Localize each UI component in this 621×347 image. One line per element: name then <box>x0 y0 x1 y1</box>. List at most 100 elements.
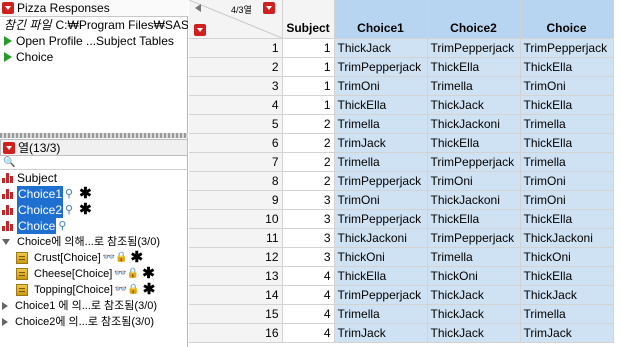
col-header-choice[interactable]: Choice <box>520 0 614 39</box>
table-row[interactable]: 4 1 ThickElla ThickJack ThickElla <box>189 95 614 115</box>
cell-choice1[interactable]: TrimOni <box>334 190 428 210</box>
cell-choice[interactable]: TrimJack <box>520 323 614 343</box>
cell-choice1[interactable]: TrimJack <box>334 133 428 153</box>
column-item-choice2[interactable]: Choice2 ⚲ ✱ <box>0 202 188 218</box>
cell-choice[interactable]: Trimella <box>520 304 614 324</box>
table-row[interactable]: 8 2 TrimPepperjack TrimOni TrimOni <box>189 171 614 191</box>
cell-choice1[interactable]: ThickElla <box>334 266 428 286</box>
cell-subject[interactable]: 1 <box>282 57 335 77</box>
table-row[interactable]: 5 2 Trimella ThickJackoni Trimella <box>189 114 614 134</box>
row-number[interactable]: 13 <box>189 266 283 286</box>
row-number[interactable]: 8 <box>189 171 283 191</box>
table-row[interactable]: 12 3 ThickOni Trimella ThickOni <box>189 247 614 267</box>
row-number[interactable]: 11 <box>189 228 283 248</box>
row-number[interactable]: 6 <box>189 133 283 153</box>
column-search-input[interactable]: 🔍 <box>0 156 188 170</box>
run-script-icon[interactable] <box>4 36 12 46</box>
row-number[interactable]: 16 <box>189 323 283 343</box>
row-number[interactable]: 1 <box>189 38 283 58</box>
col-header-subject[interactable]: Subject <box>282 0 335 39</box>
rows-menu-icon[interactable] <box>194 24 206 36</box>
cell-choice[interactable]: TrimOni <box>520 171 614 191</box>
cell-subject[interactable]: 3 <box>282 228 335 248</box>
cell-subject[interactable]: 3 <box>282 209 335 229</box>
table-row[interactable]: 16 4 TrimJack ThickJack TrimJack <box>189 323 614 343</box>
collapsed-triangle-icon[interactable] <box>2 302 8 310</box>
cell-choice[interactable]: Trimella <box>520 152 614 172</box>
cell-choice1[interactable]: ThickOni <box>334 247 428 267</box>
cell-choice2[interactable]: ThickJack <box>427 285 521 305</box>
cell-choice[interactable]: ThickElla <box>520 209 614 229</box>
cell-choice[interactable]: Trimella <box>520 114 614 134</box>
table-menu-icon[interactable] <box>2 2 14 14</box>
cell-subject[interactable]: 4 <box>282 266 335 286</box>
col-header-choice1[interactable]: Choice1 <box>334 0 428 39</box>
cell-choice[interactable]: ThickElla <box>520 266 614 286</box>
cell-choice[interactable]: TrimOni <box>520 76 614 96</box>
cell-subject[interactable]: 1 <box>282 95 335 115</box>
cell-choice2[interactable]: TrimPepperjack <box>427 38 521 58</box>
cell-subject[interactable]: 1 <box>282 76 335 96</box>
script-item[interactable]: Open Profile ...Subject Tables <box>0 33 188 49</box>
table-row[interactable]: 10 3 TrimPepperjack ThickElla ThickElla <box>189 209 614 229</box>
cell-choice1[interactable]: ThickJackoni <box>334 228 428 248</box>
run-script-icon[interactable] <box>4 52 12 62</box>
ref-group-choice2[interactable]: Choice2에 의...로 참조됨(3/0) <box>0 314 188 330</box>
cell-choice[interactable]: ThickOni <box>520 247 614 267</box>
table-row[interactable]: 15 4 Trimella ThickJack Trimella <box>189 304 614 324</box>
ref-item[interactable]: Topping[Choice] 👓🔒 ✱ <box>0 282 188 298</box>
collapsed-triangle-icon[interactable] <box>2 318 8 326</box>
cell-choice[interactable]: ThickJackoni <box>520 228 614 248</box>
cell-subject[interactable]: 4 <box>282 323 335 343</box>
cell-subject[interactable]: 2 <box>282 133 335 153</box>
cell-subject[interactable]: 3 <box>282 247 335 267</box>
cell-choice2[interactable]: ThickElla <box>427 209 521 229</box>
ref-group-choice[interactable]: Choice에 의해...로 참조됨(3/0) <box>0 234 188 250</box>
cell-subject[interactable]: 2 <box>282 171 335 191</box>
cell-choice1[interactable]: TrimJack <box>334 323 428 343</box>
cell-choice2[interactable]: Trimella <box>427 76 521 96</box>
cell-choice2[interactable]: ThickJack <box>427 95 521 115</box>
row-number[interactable]: 12 <box>189 247 283 267</box>
row-number[interactable]: 9 <box>189 190 283 210</box>
table-row[interactable]: 7 2 Trimella TrimPepperjack Trimella <box>189 152 614 172</box>
collapse-left-icon[interactable] <box>195 4 201 12</box>
cell-choice1[interactable]: TrimPepperjack <box>334 57 428 77</box>
cell-choice1[interactable]: TrimPepperjack <box>334 285 428 305</box>
cell-choice[interactable]: TrimOni <box>520 190 614 210</box>
row-number[interactable]: 14 <box>189 285 283 305</box>
row-number[interactable]: 15 <box>189 304 283 324</box>
row-number[interactable]: 4 <box>189 95 283 115</box>
script-item[interactable]: Choice <box>0 49 188 65</box>
expand-triangle-icon[interactable] <box>2 239 10 245</box>
cell-choice2[interactable]: ThickElla <box>427 57 521 77</box>
row-number[interactable]: 7 <box>189 152 283 172</box>
cell-choice2[interactable]: ThickJackoni <box>427 190 521 210</box>
panel-splitter[interactable] <box>0 133 188 138</box>
table-row[interactable]: 1 1 ThickJack TrimPepperjack TrimPepperjack <box>189 38 614 58</box>
cell-choice2[interactable]: TrimPepperjack <box>427 228 521 248</box>
row-number[interactable]: 10 <box>189 209 283 229</box>
ref-item[interactable]: Crust[Choice] 👓🔒 ✱ <box>0 250 188 266</box>
table-row[interactable]: 6 2 TrimJack ThickElla ThickElla <box>189 133 614 153</box>
table-row[interactable]: 3 1 TrimOni Trimella TrimOni <box>189 76 614 96</box>
row-number[interactable]: 2 <box>189 57 283 77</box>
columns-menu-icon[interactable] <box>263 2 275 14</box>
table-row[interactable]: 13 4 ThickElla ThickOni ThickElla <box>189 266 614 286</box>
cell-choice[interactable]: TrimPepperjack <box>520 38 614 58</box>
ref-group-choice1[interactable]: Choice1 에 의...로 참조됨(3/0) <box>0 298 188 314</box>
cell-choice[interactable]: ThickElla <box>520 133 614 153</box>
cell-choice[interactable]: ThickElla <box>520 95 614 115</box>
cell-choice2[interactable]: TrimOni <box>427 171 521 191</box>
table-row[interactable]: 11 3 ThickJackoni TrimPepperjack ThickJackon… <box>189 228 614 248</box>
table-row[interactable]: 9 3 TrimOni ThickJackoni TrimOni <box>189 190 614 210</box>
cell-choice2[interactable]: ThickOni <box>427 266 521 286</box>
cell-choice2[interactable]: ThickJackoni <box>427 114 521 134</box>
table-row[interactable]: 14 4 TrimPepperjack ThickJack ThickJack <box>189 285 614 305</box>
cell-choice1[interactable]: TrimPepperjack <box>334 171 428 191</box>
cell-subject[interactable]: 4 <box>282 304 335 324</box>
cell-choice1[interactable]: Trimella <box>334 152 428 172</box>
cell-subject[interactable]: 3 <box>282 190 335 210</box>
cell-choice2[interactable]: Trimella <box>427 247 521 267</box>
cell-choice[interactable]: ThickJack <box>520 285 614 305</box>
